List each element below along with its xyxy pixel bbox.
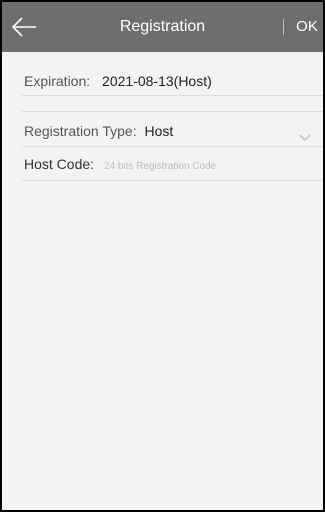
ok-button[interactable]: OK <box>292 2 322 52</box>
registration-type-label: Registration Type: <box>24 123 137 139</box>
host-code-row: Host Code: <box>24 152 323 176</box>
registration-screen: Registration OK Expiration: 2021-08-13(H… <box>2 2 323 510</box>
form-area: Expiration: 2021-08-13(Host) Registratio… <box>2 52 323 510</box>
title-bar: Registration OK <box>2 2 323 52</box>
divider <box>22 180 323 181</box>
host-code-label: Host Code: <box>24 156 95 172</box>
host-code-input[interactable] <box>103 161 294 172</box>
divider <box>22 146 323 147</box>
registration-type-value: Host <box>144 123 174 139</box>
page-title: Registration <box>119 18 206 35</box>
chevron-down-icon[interactable] <box>299 125 311 141</box>
divider <box>22 111 323 112</box>
expiration-value: 2021-08-13(Host) <box>102 73 212 89</box>
header-divider <box>283 19 284 35</box>
expiration-label: Expiration: <box>24 73 91 89</box>
divider <box>22 95 323 96</box>
expiration-row: Expiration: 2021-08-13(Host) <box>24 69 323 93</box>
registration-type-select[interactable]: Registration Type: Host <box>24 118 323 144</box>
